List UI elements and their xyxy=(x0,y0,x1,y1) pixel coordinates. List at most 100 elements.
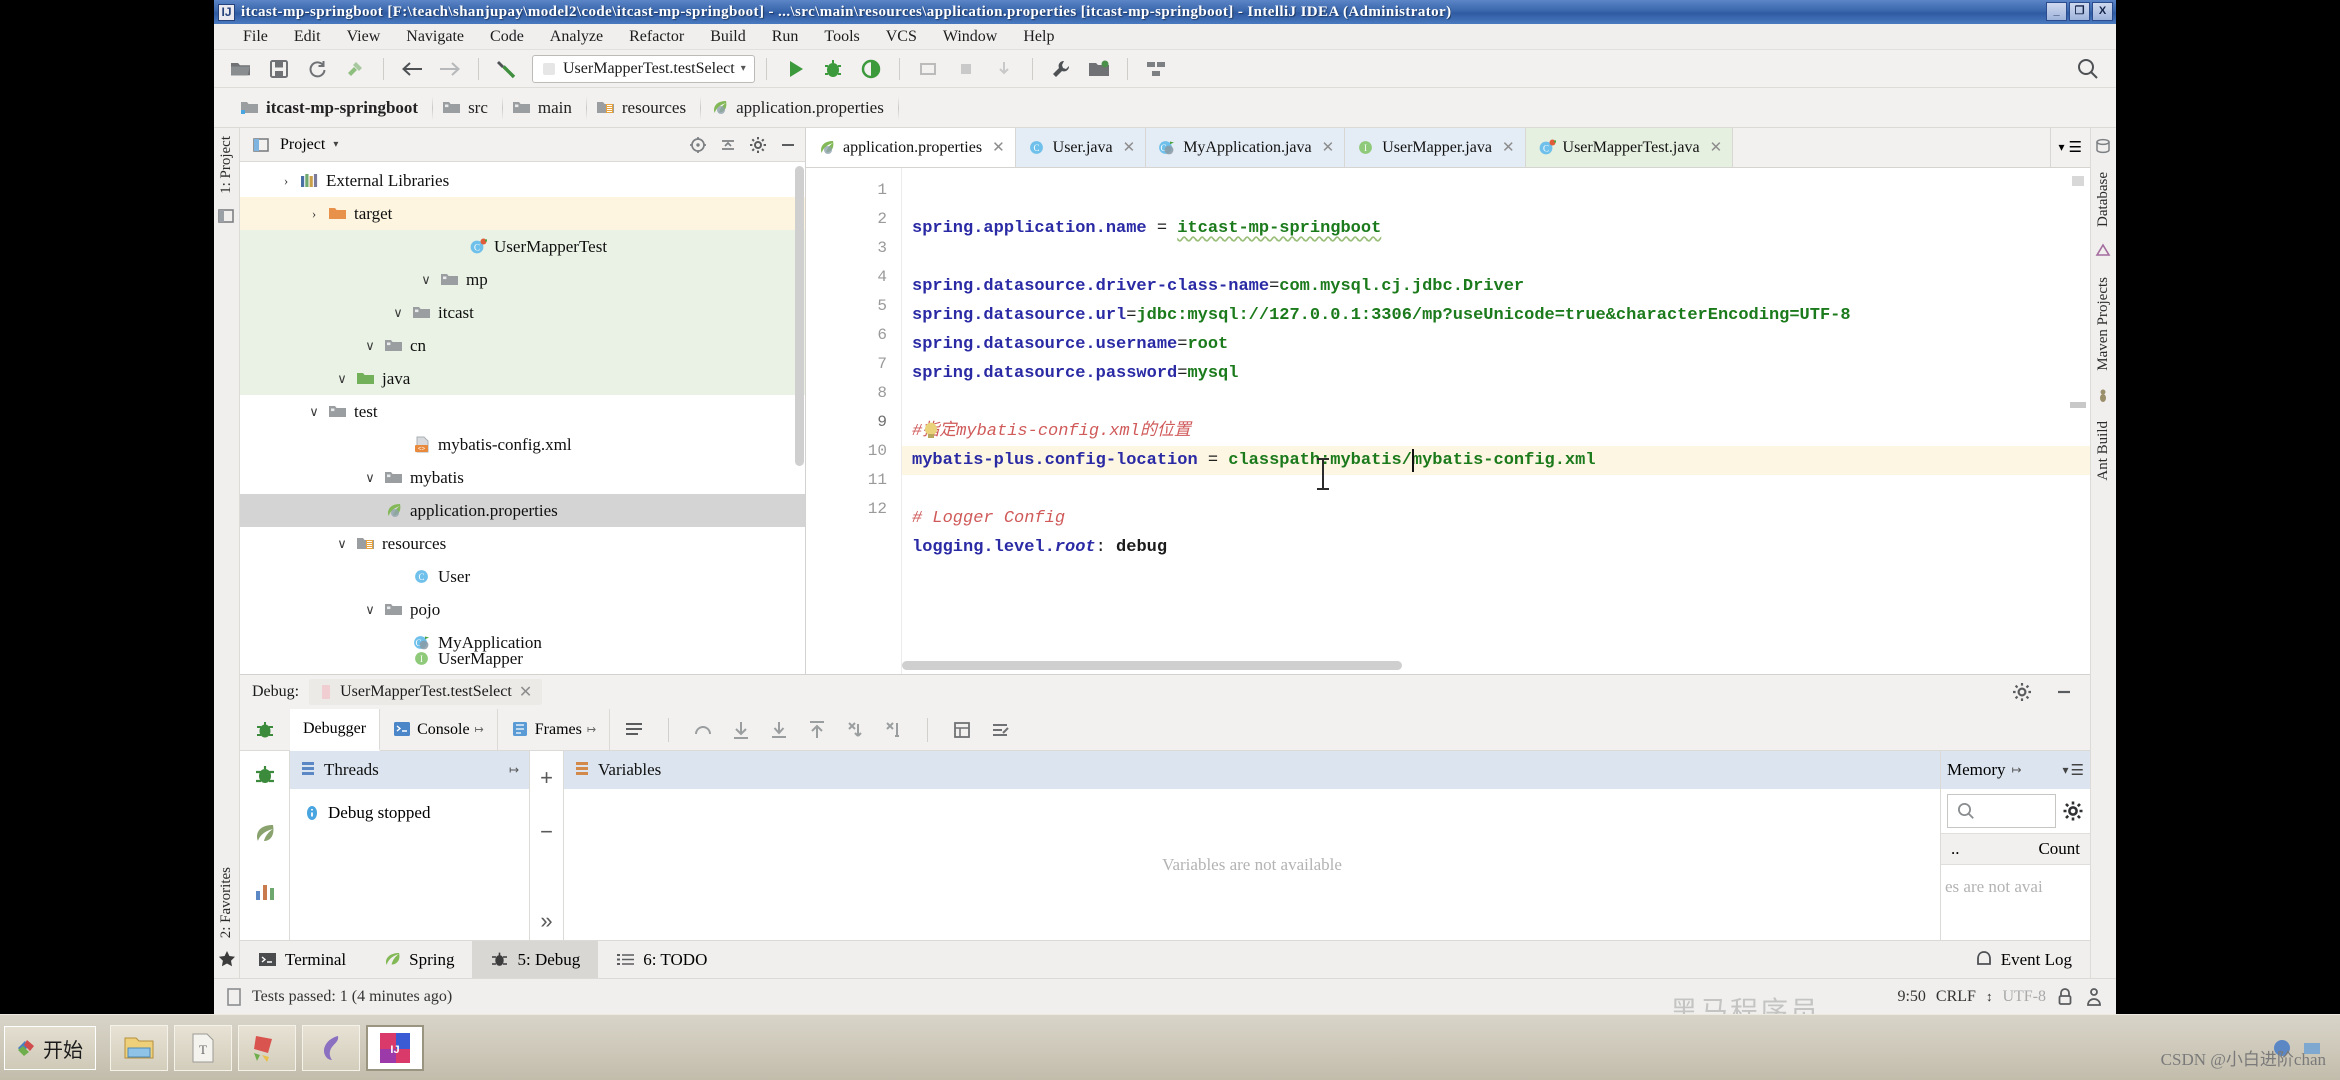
pin-icon[interactable]: ↦ xyxy=(509,763,519,778)
pin-icon[interactable]: ↦ xyxy=(475,723,484,736)
explorer-task-button[interactable] xyxy=(110,1025,168,1071)
project-structure-icon[interactable] xyxy=(1082,54,1116,84)
code-line-11[interactable]: # Logger Config xyxy=(902,504,2090,533)
menu-item-tools[interactable]: Tools xyxy=(811,26,872,48)
error-stripe-mark-top[interactable] xyxy=(2072,176,2084,186)
debug-settings-gear-icon[interactable] xyxy=(2012,682,2032,702)
structure-mini-icon[interactable] xyxy=(217,208,236,226)
tree-node-test[interactable]: ∨ test xyxy=(240,395,805,428)
code-line-3[interactable]: spring.datasource.driver-class-name=com.… xyxy=(902,272,2090,301)
ant-mini-icon[interactable] xyxy=(2095,387,2113,405)
run-coverage-icon[interactable] xyxy=(854,54,888,84)
error-stripe-mark-line9[interactable] xyxy=(2070,402,2086,408)
run-configuration-selector[interactable]: UserMapperTest.testSelect ▾ xyxy=(532,54,755,83)
menu-item-refactor[interactable]: Refactor xyxy=(616,26,697,48)
sync-icon[interactable] xyxy=(300,54,334,84)
chevron-down-icon[interactable]: ▾ xyxy=(2059,140,2065,155)
chevron-icon[interactable]: › xyxy=(278,173,294,189)
menu-item-window[interactable]: Window xyxy=(930,26,1010,48)
tree-node-external-libraries[interactable]: › External Libraries xyxy=(240,164,805,197)
hide-window-icon[interactable] xyxy=(777,134,799,156)
close-icon[interactable]: ✕ xyxy=(1123,138,1136,157)
code-line-10[interactable] xyxy=(902,475,2090,504)
sidebar-item-project[interactable]: 1: Project xyxy=(218,136,235,194)
tree-node-java[interactable]: ∨ java xyxy=(240,362,805,395)
maven-mini-icon[interactable] xyxy=(2095,243,2113,261)
chevron-icon[interactable]: ∨ xyxy=(418,272,434,288)
menu-item-file[interactable]: File xyxy=(230,26,281,48)
bottom-tab-6-todo[interactable]: 6: TODO xyxy=(598,941,725,979)
debugger-side-bug-icon[interactable] xyxy=(253,763,277,787)
file-encoding[interactable]: UTF-8 xyxy=(2002,988,2046,1006)
intellij-task-button[interactable]: IJ xyxy=(366,1025,424,1071)
code-line-4[interactable]: spring.datasource.url=jdbc:mysql://127.0… xyxy=(902,301,2090,330)
debug-session-tab[interactable]: UserMapperTest.testSelect ✕ xyxy=(309,679,543,705)
chevron-icon[interactable]: ∨ xyxy=(362,602,378,618)
thread-item[interactable]: Debug stopped xyxy=(304,803,529,823)
step-over-icon[interactable] xyxy=(693,720,713,740)
menu-item-vcs[interactable]: VCS xyxy=(873,26,930,48)
menu-item-code[interactable]: Code xyxy=(477,26,537,48)
tab-list-icon[interactable]: ☰ xyxy=(2069,138,2082,157)
breadcrumb-item-main[interactable]: main xyxy=(502,94,587,122)
memory-search-input[interactable] xyxy=(1947,794,2056,828)
navicat-task-button[interactable] xyxy=(302,1025,360,1071)
breadcrumb-item-itcast-mp-springboot[interactable]: itcast-mp-springboot xyxy=(230,94,434,122)
gutter-line-number[interactable]: 3 xyxy=(806,234,901,263)
gutter-line-number[interactable]: 10 xyxy=(806,437,901,466)
menu-item-view[interactable]: View xyxy=(334,26,394,48)
code-line-6[interactable]: spring.datasource.password=mysql xyxy=(902,359,2090,388)
locate-file-icon[interactable] xyxy=(687,134,709,156)
step-out-icon[interactable] xyxy=(807,720,827,740)
code-line-5[interactable]: spring.datasource.username=root xyxy=(902,330,2090,359)
project-pane-title[interactable]: Project xyxy=(280,136,325,154)
project-tree[interactable]: › External Libraries › target C UserMapperTes… xyxy=(240,162,805,674)
drop-frame-icon[interactable] xyxy=(845,720,865,740)
editor-tab-usermapper-java[interactable]: I UserMapper.java ✕ xyxy=(1345,128,1526,167)
search-everywhere-icon[interactable] xyxy=(2076,57,2100,81)
forward-arrow-icon[interactable] xyxy=(433,54,467,84)
code-line-1[interactable]: spring.application.name = itcast-mp-spri… xyxy=(902,214,2090,243)
tree-node-mp[interactable]: ∨ mp xyxy=(240,263,805,296)
menu-item-help[interactable]: Help xyxy=(1010,26,1067,48)
hide-debug-window-icon[interactable] xyxy=(2054,682,2074,702)
remove-watch-button[interactable]: − xyxy=(540,819,553,845)
layout-icon[interactable] xyxy=(1139,54,1173,84)
bottom-tab-5-debug[interactable]: 5: Debug xyxy=(472,940,599,979)
tree-node-mybatis-config-xml[interactable]: <> mybatis-config.xml xyxy=(240,428,805,461)
editor-code[interactable]: spring.application.name = itcast-mp-spri… xyxy=(902,168,2090,674)
stop-icon[interactable] xyxy=(949,54,983,84)
pin-icon[interactable]: ↦ xyxy=(587,723,596,736)
step-into-icon[interactable] xyxy=(731,720,751,740)
close-icon[interactable]: ✕ xyxy=(1502,138,1515,157)
watches-more-icon[interactable]: » xyxy=(540,908,552,940)
editor-horizontal-scrollbar[interactable] xyxy=(902,661,1402,670)
gutter-line-number[interactable]: 7 xyxy=(806,350,901,379)
gutter-line-number[interactable]: 5 xyxy=(806,292,901,321)
menu-item-analyze[interactable]: Analyze xyxy=(537,26,616,48)
editor-tab-usermappertest-java[interactable]: C UserMapperTest.java ✕ xyxy=(1525,128,1734,167)
tree-node-usermappertest[interactable]: C UserMapperTest xyxy=(240,230,805,263)
gutter-line-number[interactable]: 11 xyxy=(806,466,901,495)
database-mini-icon[interactable] xyxy=(2095,138,2113,156)
chevron-icon[interactable]: ∨ xyxy=(390,305,406,321)
breadcrumb-item-resources[interactable]: resources xyxy=(586,94,702,122)
editor-tab-myapplication-java[interactable]: C MyApplication.java ✕ xyxy=(1146,128,1346,167)
step-icon[interactable] xyxy=(987,54,1021,84)
editor-tab-application-properties[interactable]: application.properties ✕ xyxy=(806,128,1016,167)
debug-icon[interactable] xyxy=(816,54,850,84)
debug-tab-debugger[interactable]: Debugger xyxy=(290,708,381,751)
chevron-icon[interactable]: ∨ xyxy=(306,404,322,420)
sidebar-item-maven-projects[interactable]: Maven Projects xyxy=(2095,277,2112,371)
debugger-side-leaf-icon[interactable] xyxy=(253,821,277,845)
minimize-button[interactable]: _ xyxy=(2046,2,2067,21)
sidebar-item-favorites[interactable]: 2: Favorites xyxy=(218,867,235,938)
gutter-line-number[interactable]: 2 xyxy=(806,205,901,234)
force-step-into-icon[interactable] xyxy=(769,720,789,740)
start-button[interactable]: 开始 xyxy=(4,1026,96,1070)
mute-breakpoints-icon[interactable] xyxy=(990,720,1010,740)
close-button[interactable]: X xyxy=(2092,2,2113,21)
chevron-icon[interactable]: ∨ xyxy=(334,536,350,552)
close-icon[interactable]: ✕ xyxy=(992,138,1005,157)
code-line-7[interactable] xyxy=(902,388,2090,417)
